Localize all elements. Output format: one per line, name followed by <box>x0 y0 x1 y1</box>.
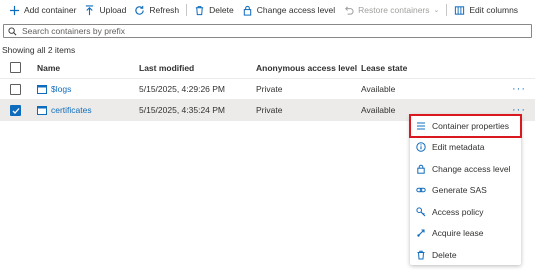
search-box <box>3 24 532 38</box>
chevron-down-icon: ⌄ <box>433 7 440 14</box>
menu-item-label: Change access level <box>432 163 511 174</box>
container-icon <box>37 84 47 94</box>
upload-button[interactable]: Upload <box>80 0 130 20</box>
properties-icon <box>417 122 425 130</box>
delete-icon <box>417 250 425 260</box>
menu-item-acquire-lease[interactable]: Acquire lease <box>410 223 521 245</box>
lease-icon <box>417 229 425 237</box>
lock-icon <box>417 164 425 174</box>
container-name-link[interactable]: $logs <box>51 84 71 94</box>
last-modified-cell: 5/15/2025, 4:35:24 PM <box>139 105 226 115</box>
container-name[interactable]: $logs <box>37 79 71 99</box>
container-name-link[interactable]: certificates <box>51 105 92 115</box>
undo-icon <box>345 5 354 15</box>
edit-columns-button[interactable]: Edit columns <box>450 0 522 20</box>
plus-icon <box>9 5 20 15</box>
select-all-checkbox[interactable] <box>10 62 21 73</box>
lease-state-cell: Available <box>361 84 396 94</box>
menu-item-delete[interactable]: Delete <box>410 244 521 266</box>
restore-containers-label: Restore containers <box>358 5 430 15</box>
checkmark-icon <box>12 108 20 114</box>
item-count: Showing all 2 items <box>2 45 76 55</box>
refresh-button[interactable]: Refresh <box>130 0 183 20</box>
container-context-menu: Container properties Edit metadata Chang… <box>409 114 522 266</box>
menu-item-generate-sas[interactable]: Generate SAS <box>410 180 521 202</box>
lock-icon <box>243 5 251 16</box>
change-access-level-label: Change access level <box>256 5 336 15</box>
delete-button[interactable]: Delete <box>190 0 238 20</box>
lease-state-cell: Available <box>361 105 396 115</box>
table-row[interactable]: $logs 5/15/2025, 4:29:26 PM Private Avai… <box>0 79 535 100</box>
container-icon <box>37 105 47 115</box>
change-access-level-button[interactable]: Change access level <box>238 0 339 20</box>
menu-item-label: Delete <box>432 249 457 260</box>
column-header-name[interactable]: Name <box>37 57 60 78</box>
menu-item-label: Edit metadata <box>432 142 485 153</box>
refresh-label: Refresh <box>149 5 180 15</box>
add-container-button[interactable]: Add container <box>5 0 80 20</box>
toolbar-divider <box>446 4 448 16</box>
upload-icon <box>86 4 94 15</box>
table-header: Name Last modified Anonymous access leve… <box>0 57 535 79</box>
column-header-last-modified[interactable]: Last modified <box>139 57 194 78</box>
refresh-icon <box>135 5 145 15</box>
link-icon <box>416 187 426 193</box>
delete-label: Delete <box>209 5 234 15</box>
restore-containers-button[interactable]: Restore containers ⌄ <box>339 0 443 20</box>
menu-item-label: Access policy <box>432 206 484 217</box>
command-bar: Add container Upload Refresh Delete Chan… <box>0 0 535 20</box>
column-header-lease-state[interactable]: Lease state <box>361 57 407 78</box>
edit-columns-label: Edit columns <box>469 5 519 15</box>
upload-label: Upload <box>99 5 127 15</box>
access-level-cell: Private <box>256 105 283 115</box>
menu-item-label: Acquire lease <box>432 228 484 239</box>
menu-item-access-policy[interactable]: Access policy <box>410 201 521 223</box>
container-name[interactable]: certificates <box>37 100 92 120</box>
search-input[interactable] <box>22 26 502 36</box>
search-icon <box>8 26 17 35</box>
menu-item-change-access-level[interactable]: Change access level <box>410 158 521 180</box>
access-level-cell: Private <box>256 84 283 94</box>
last-modified-cell: 5/15/2025, 4:29:26 PM <box>139 84 226 94</box>
info-icon <box>416 142 426 152</box>
more-actions-button[interactable]: ··· <box>512 79 526 99</box>
toolbar-divider <box>186 4 188 16</box>
menu-item-label: Generate SAS <box>432 185 487 196</box>
trash-icon <box>195 5 204 15</box>
add-container-label: Add container <box>24 5 77 15</box>
containers-table: Name Last modified Anonymous access leve… <box>0 57 535 121</box>
row-checkbox[interactable] <box>10 84 21 95</box>
column-header-access-level[interactable]: Anonymous access level <box>256 57 357 78</box>
menu-item-container-properties[interactable]: Container properties <box>409 114 522 138</box>
columns-icon <box>455 5 465 15</box>
menu-item-edit-metadata[interactable]: Edit metadata <box>410 137 521 159</box>
key-icon <box>416 207 426 217</box>
row-checkbox[interactable] <box>10 105 21 116</box>
menu-item-label: Container properties <box>432 120 510 131</box>
